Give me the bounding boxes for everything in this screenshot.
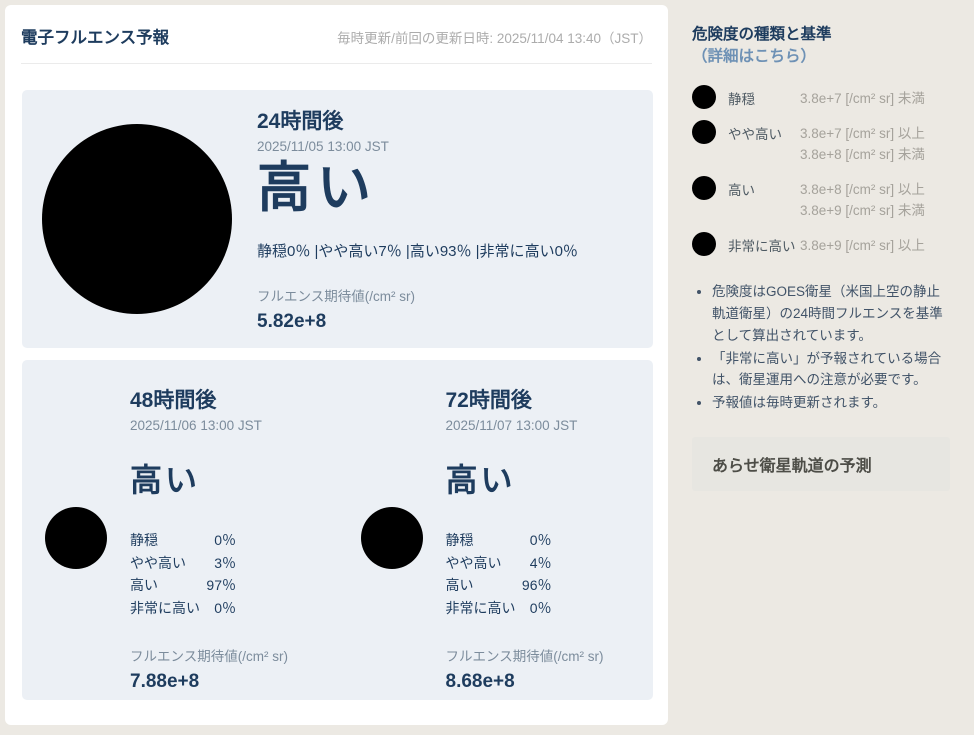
probability-label: やや高い [445,554,502,571]
threshold-line: 3.8e+7 [/cm² sr] 未満 [800,91,925,106]
probability-label: 高い [445,577,474,593]
notes-list: 危険度はGOES衛星（米国上空の静止軌道衛星）の24時間フルエンスを基準として算… [696,281,948,414]
forecast-72h-column: 72時間後 2025/11/07 13:00 JST 高い 静穏 0％ やや高い [338,384,654,700]
threshold-line: 3.8e+9 [/cm² sr] 未満 [800,203,925,218]
page-title: 電子フルエンス予報 [21,29,170,47]
legend-item-high: 高い 3.8e+8 [/cm² sr] 以上 3.8e+9 [/cm² sr] … [692,176,950,221]
note-item: 予報値は毎時更新されます。 [712,392,948,414]
probability-row: 非常に高い 0％ [446,597,552,620]
forecast-48-72h-card: 48時間後 2025/11/06 13:00 JST 高い 静穏 0％ やや高い [22,360,653,700]
legend-item-threshold: 3.8e+7 [/cm² sr] 以上 3.8e+8 [/cm² sr] 未満 [800,120,925,165]
risk-legend-sidebar: 危険度の種類と基準 （詳細はこちら） 静穏 3.8e+7 [/cm² sr] 未満… [668,0,974,735]
probability-row: 非常に高い 0％ [130,597,236,620]
probability-table: 静穏 0％ やや高い 4％ 高い 96％ 非常に高い 0％ [446,529,552,619]
probability-label: やや高い [130,554,186,571]
probability-value: 96％ [521,577,552,593]
note-item: 「非常に高い」が予報されている場合は、衛星運用への注意が必要です。 [712,348,948,392]
probability-value: 0％ [214,599,236,616]
probability-row: 静穏 0％ [130,529,236,552]
risk-high-satellite-icon [360,507,423,569]
details-link[interactable]: （詳細はこちら） [692,48,816,65]
probability-value: 0％ [529,532,552,548]
legend-title: 危険度の種類と基準 （詳細はこちら） [692,22,950,66]
arase-orbit-section: あらせ衛星軌道の予測 [692,437,950,492]
forecast-48h-column: 48時間後 2025/11/06 13:00 JST 高い 静穏 0％ やや高い [22,384,338,700]
risk-level-text: 高い [445,462,516,498]
legend-item-label: 静穏 [728,92,755,107]
risk-high-satellite-icon [42,124,232,314]
forecast-datetime: 2025/11/06 13:00 JST [130,418,262,433]
note-item: 危険度はGOES衛星（米国上空の静止軌道衛星）の24時間フルエンスを基準として算… [712,281,948,347]
forecast-horizon-heading: 24時間後 [257,109,344,133]
legend-item-label: 高い [728,183,755,198]
probability-label: 高い [130,577,158,593]
probability-label: 静穏 [130,532,158,548]
probability-row: 高い 96％ [446,574,552,597]
probability-label: 非常に高い [130,599,200,616]
forecast-horizon-heading: 72時間後 [445,389,532,412]
legend-item-slightly-high: やや高い 3.8e+7 [/cm² sr] 以上 3.8e+8 [/cm² sr… [692,120,950,165]
probability-value: 4％ [529,554,552,571]
threshold-line: 3.8e+8 [/cm² sr] 以上 [800,182,925,197]
forecast-datetime: 2025/11/05 13:00 JST [257,138,389,154]
probability-value: 3％ [214,554,236,571]
satellite-high-icon [692,176,716,200]
probability-summary: 静穏0％ |やや高い7％ |高い93％ |非常に高い0％ [257,243,578,261]
satellite-quiet-icon [692,85,716,109]
probability-value: 0％ [214,532,236,548]
probability-row: 高い 97％ [130,574,236,597]
update-timestamp: 毎時更新/前回の更新日時: 2025/11/04 13:40（JST） [337,31,652,46]
panel-header: 電子フルエンス予報 毎時更新/前回の更新日時: 2025/11/04 13:40… [21,5,652,64]
probability-value: 0％ [529,599,552,616]
arase-section-title: あらせ衛星軌道の予測 [712,458,872,476]
satellite-slightly-high-icon [692,120,716,144]
legend-item-threshold: 3.8e+8 [/cm² sr] 以上 3.8e+9 [/cm² sr] 未満 [800,176,925,221]
page: 電子フルエンス予報 毎時更新/前回の更新日時: 2025/11/04 13:40… [0,0,974,735]
panel-body: 24時間後 2025/11/05 13:00 JST 高い 静穏0％ |やや高い… [5,64,668,700]
threshold-line: 3.8e+9 [/cm² sr] 以上 [800,238,925,253]
risk-high-satellite-icon [45,507,107,569]
fluence-value: 8.68e+8 [445,671,515,692]
fluence-value: 7.88e+8 [130,671,200,692]
threshold-line: 3.8e+7 [/cm² sr] 以上 [800,126,925,141]
probability-label: 非常に高い [445,599,516,616]
risk-level-text: 高い [257,157,377,218]
fluence-label: フルエンス期待値(/cm² sr) [257,289,415,305]
forecast-datetime: 2025/11/07 13:00 JST [445,418,578,433]
legend-item-threshold: 3.8e+7 [/cm² sr] 未満 [800,85,925,109]
probability-label: 静穏 [445,532,474,548]
legend-item-quiet: 静穏 3.8e+7 [/cm² sr] 未満 [692,85,950,109]
risk-level-text: 高い [130,462,201,498]
fluence-label: フルエンス期待値(/cm² sr) [445,649,604,664]
probability-row: 静穏 0％ [446,529,552,552]
forecast-24h-details: 24時間後 2025/11/05 13:00 JST 高い 静穏0％ |やや高い… [257,105,578,333]
forecast-24h-card: 24時間後 2025/11/05 13:00 JST 高い 静穏0％ |やや高い… [22,90,653,348]
threshold-line: 3.8e+8 [/cm² sr] 未満 [800,147,925,162]
fluence-value: 5.82e+8 [257,311,327,333]
fluence-forecast-panel: 電子フルエンス予報 毎時更新/前回の更新日時: 2025/11/04 13:40… [5,5,668,725]
legend-item-threshold: 3.8e+9 [/cm² sr] 以上 [800,232,925,256]
probability-value: 97％ [206,577,236,593]
probability-row: やや高い 4％ [446,552,552,575]
legend-item-very-high: 非常に高い 3.8e+9 [/cm² sr] 以上 [692,232,950,256]
probability-table: 静穏 0％ やや高い 3％ 高い 97％ 非常に高い 0％ [130,529,236,619]
probability-row: やや高い 3％ [130,552,236,575]
legend-item-label: 非常に高い [728,239,796,254]
fluence-label: フルエンス期待値(/cm² sr) [130,649,288,664]
legend-item-label: やや高い [728,127,782,142]
legend-title-text: 危険度の種類と基準 [692,26,832,43]
forecast-horizon-heading: 48時間後 [130,389,217,412]
satellite-very-high-icon [692,232,716,256]
